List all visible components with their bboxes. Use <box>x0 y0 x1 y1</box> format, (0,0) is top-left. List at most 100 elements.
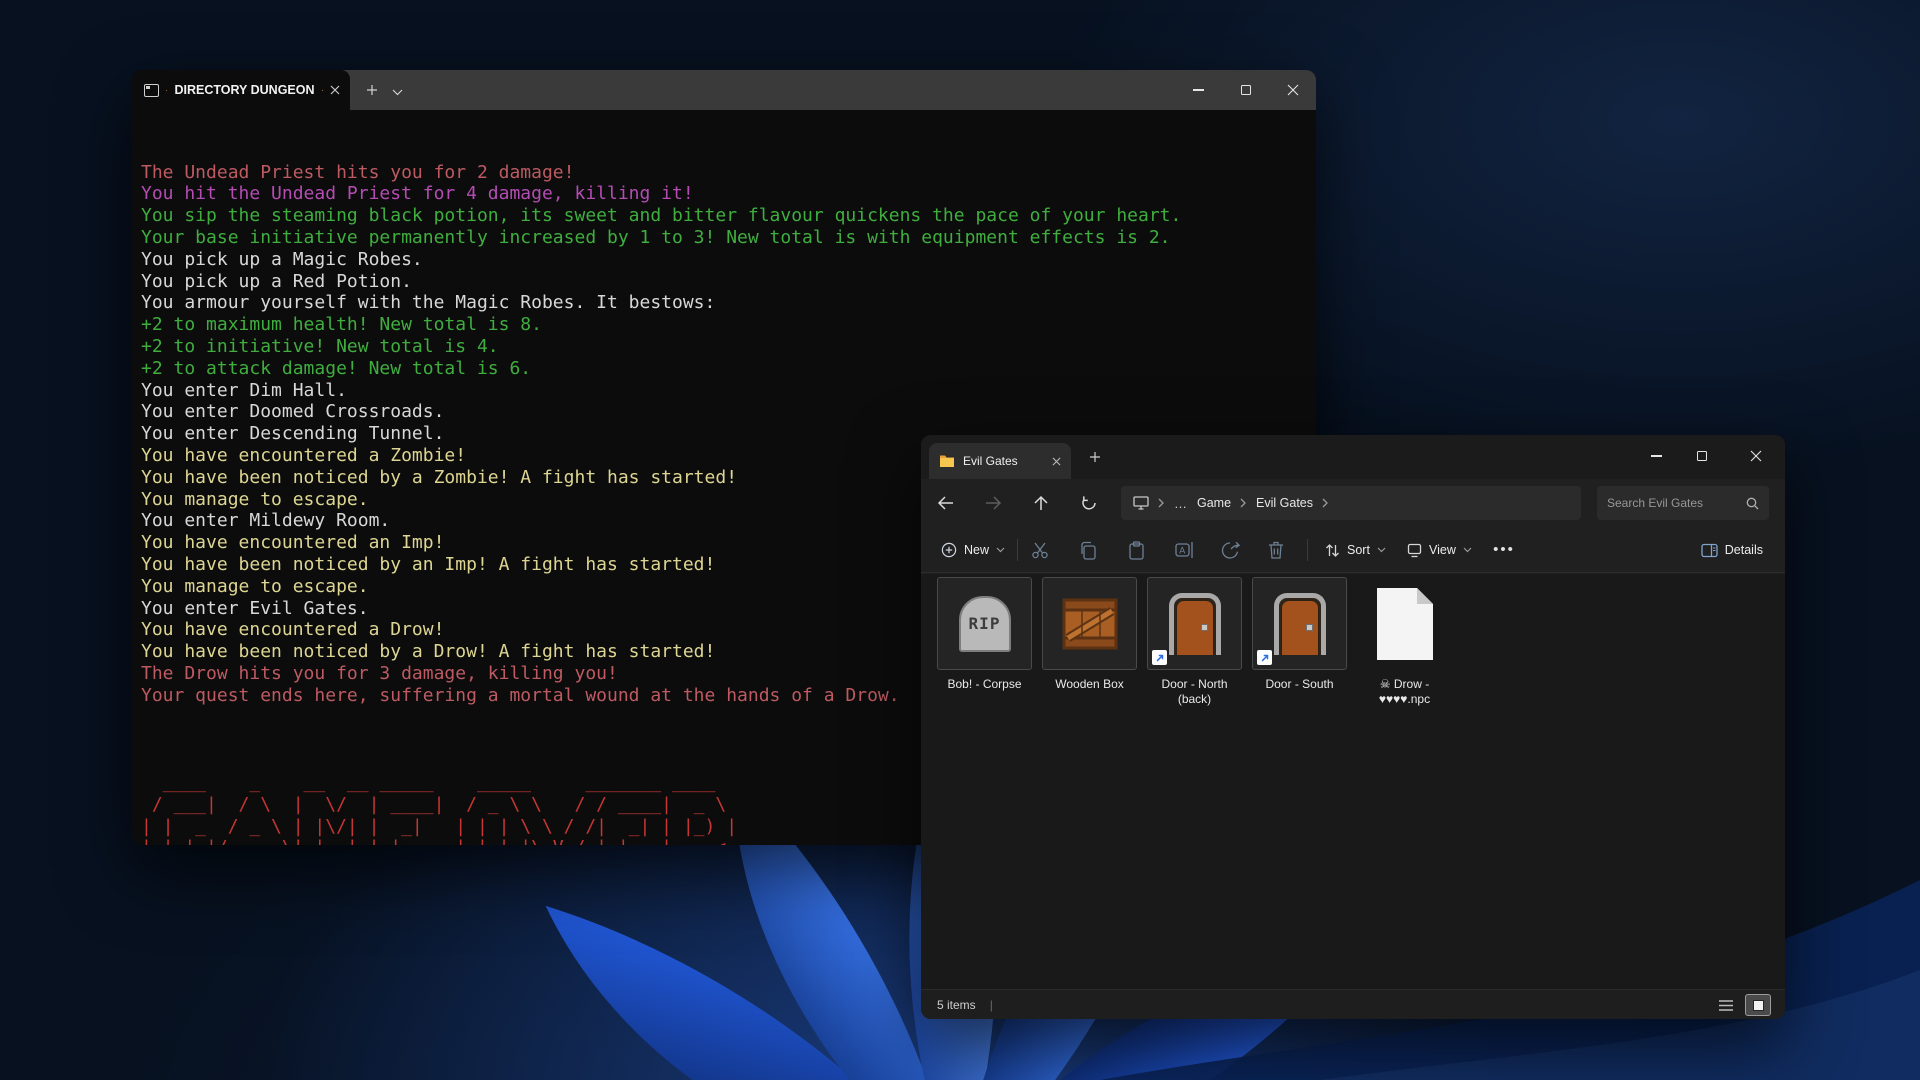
share-button[interactable] <box>1212 533 1248 567</box>
explorer-file-area[interactable]: RIPBob! - Corpse Wooden Box Door - North… <box>921 574 1785 989</box>
view-button[interactable]: View <box>1399 533 1480 567</box>
door-icon <box>1169 593 1221 655</box>
explorer-navigation-bar: … Game Evil Gates Search Evil Gates <box>921 479 1785 527</box>
terminal-line: +2 to attack damage! New total is 6. <box>141 358 1316 380</box>
terminal-tab-directory-dungeon[interactable]: DIRECTORY DUNGEON <box>132 70 350 110</box>
minimize-button[interactable] <box>1175 70 1222 110</box>
file-item[interactable]: Wooden Box <box>1041 577 1138 707</box>
breadcrumb-game[interactable]: Game <box>1197 496 1231 510</box>
breadcrumb-evil-gates[interactable]: Evil Gates <box>1256 496 1313 510</box>
share-icon <box>1221 541 1240 559</box>
maximize-icon <box>1241 85 1251 95</box>
terminal-line: You pick up a Red Potion. <box>141 271 1316 293</box>
file-name-label: Door - North (back) <box>1146 677 1243 707</box>
minimize-button[interactable] <box>1633 435 1679 477</box>
terminal-line: You armour yourself with the Magic Robes… <box>141 292 1316 314</box>
terminal-line: You enter Dim Hall. <box>141 380 1316 402</box>
tab-close-icon[interactable] <box>330 85 340 95</box>
terminal-tab-title: DIRECTORY DUNGEON <box>174 83 314 97</box>
sort-button[interactable]: Sort <box>1317 533 1394 567</box>
details-pane-icon <box>1701 543 1718 558</box>
close-button[interactable] <box>1727 435 1785 477</box>
new-tab-button[interactable] <box>1085 447 1105 467</box>
breadcrumb-overflow[interactable]: … <box>1174 496 1188 511</box>
file-name-label: ☠ Drow - ♥♥♥♥.npc <box>1356 677 1453 707</box>
back-button[interactable] <box>931 489 959 517</box>
file-item[interactable]: ☠ Drow - ♥♥♥♥.npc <box>1356 577 1453 707</box>
large-icons-view-toggle[interactable] <box>1745 994 1771 1016</box>
close-button[interactable] <box>1269 70 1316 110</box>
details-label: Details <box>1725 543 1763 557</box>
address-bar[interactable]: … Game Evil Gates <box>1121 486 1581 520</box>
explorer-toolbar: New <box>921 527 1785 573</box>
search-box[interactable]: Search Evil Gates <box>1597 486 1769 520</box>
close-icon <box>1750 450 1762 462</box>
trash-icon <box>1268 541 1284 559</box>
file-thumbnail <box>1147 577 1242 670</box>
this-pc-icon <box>1133 496 1149 510</box>
terminal-line: You hit the Undead Priest for 4 damage, … <box>141 183 1316 205</box>
plus-circle-icon <box>941 542 957 558</box>
minimize-icon <box>1651 455 1662 456</box>
tab-close-icon[interactable] <box>1052 457 1061 466</box>
chevron-right-icon <box>1158 498 1165 508</box>
copy-icon <box>1079 541 1097 560</box>
terminal-line: +2 to maximum health! New total is 8. <box>141 314 1316 336</box>
file-thumbnail <box>1252 577 1347 670</box>
delete-button[interactable] <box>1258 533 1294 567</box>
details-button[interactable]: Details <box>1693 533 1771 567</box>
terminal-line: You sip the steaming black potion, its s… <box>141 205 1316 227</box>
more-options-button[interactable]: ••• <box>1487 533 1521 567</box>
explorer-status-bar: 5 items | <box>921 989 1785 1019</box>
file-item[interactable]: Door - South <box>1251 577 1348 707</box>
file-item[interactable]: Door - North (back) <box>1146 577 1243 707</box>
minimize-icon <box>1193 89 1204 90</box>
file-name-label: Wooden Box <box>1055 677 1124 692</box>
status-separator: | <box>990 998 993 1012</box>
maximize-icon <box>1697 451 1707 461</box>
chevron-down-icon <box>996 547 1005 553</box>
shortcut-overlay-icon <box>1257 650 1272 665</box>
scissors-icon <box>1031 541 1050 560</box>
up-button[interactable] <box>1027 489 1055 517</box>
forward-button[interactable] <box>979 489 1007 517</box>
maximize-button[interactable] <box>1679 435 1725 477</box>
new-label: New <box>964 543 989 557</box>
explorer-tab-evil-gates[interactable]: Evil Gates <box>929 443 1071 479</box>
sort-icon <box>1325 543 1340 558</box>
chevron-right-icon <box>1240 498 1247 508</box>
maximize-button[interactable] <box>1222 70 1269 110</box>
file-thumbnail <box>1042 577 1137 670</box>
cut-button[interactable] <box>1022 533 1058 567</box>
refresh-button[interactable] <box>1075 489 1103 517</box>
toolbar-separator <box>1307 539 1308 561</box>
file-name-label: Door - South <box>1265 677 1333 692</box>
new-button[interactable]: New <box>933 533 1013 567</box>
explorer-tab-title: Evil Gates <box>963 454 1018 468</box>
terminal-tab-bar: DIRECTORY DUNGEON <box>132 70 1316 110</box>
close-icon <box>1287 84 1299 96</box>
explorer-tab-bar: Evil Gates <box>921 435 1785 479</box>
chevron-down-icon <box>1463 547 1472 553</box>
document-icon <box>1376 587 1434 661</box>
file-item[interactable]: RIPBob! - Corpse <box>936 577 1033 707</box>
tab-dropdown-button[interactable] <box>392 83 403 101</box>
door-icon <box>1274 593 1326 655</box>
chevron-right-icon <box>1322 498 1329 508</box>
paste-button[interactable] <box>1118 533 1154 567</box>
cmd-profile-icon <box>144 84 159 97</box>
details-view-toggle[interactable] <box>1715 996 1737 1015</box>
toolbar-separator <box>1017 539 1018 561</box>
copy-button[interactable] <box>1070 533 1106 567</box>
view-layout-icon <box>1407 543 1422 558</box>
flame-icon <box>166 83 167 98</box>
new-tab-button[interactable] <box>362 80 382 100</box>
terminal-line: The Undead Priest hits you for 2 damage! <box>141 162 1316 184</box>
desktop: DIRECTORY DUNGEON The Und <box>0 0 1920 1080</box>
files-grid: RIPBob! - Corpse Wooden Box Door - North… <box>936 577 1453 707</box>
search-icon <box>1746 497 1759 510</box>
list-view-icon <box>1718 999 1734 1012</box>
svg-text:A: A <box>1179 545 1185 555</box>
rename-button[interactable]: A <box>1166 533 1202 567</box>
crate-icon <box>1062 598 1118 650</box>
